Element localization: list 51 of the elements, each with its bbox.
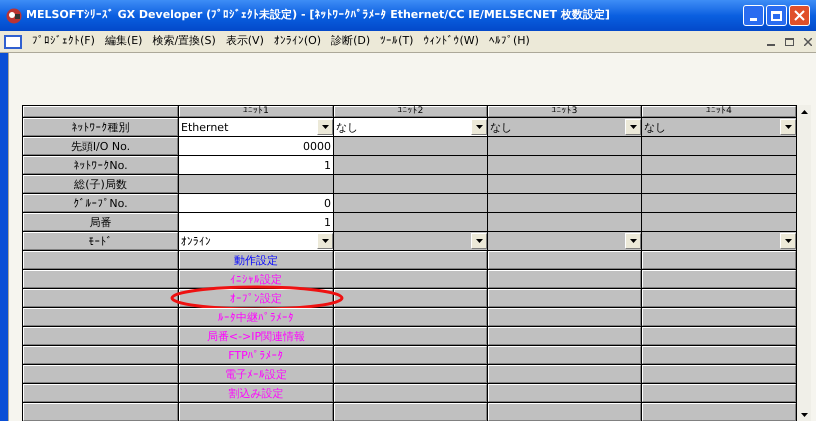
close-button[interactable] xyxy=(789,5,810,26)
dropdown-field[interactable] xyxy=(334,232,487,250)
caret-icon[interactable] xyxy=(625,233,641,249)
menu-item[interactable]: ｵﾝﾗｲﾝ(O) xyxy=(274,33,322,50)
input-field[interactable]: 0 xyxy=(179,194,333,212)
caret-icon[interactable] xyxy=(317,119,333,135)
caret-icon[interactable] xyxy=(780,119,796,135)
row-header: 局番 xyxy=(23,213,178,231)
app-icon xyxy=(6,8,22,24)
row-header: ﾓｰﾄﾞ xyxy=(23,232,178,250)
caret-icon[interactable] xyxy=(471,119,487,135)
caret-icon[interactable] xyxy=(471,233,487,249)
document-icon[interactable] xyxy=(4,34,22,48)
menu-item[interactable]: ｳｨﾝﾄﾞｳ(W) xyxy=(423,33,479,50)
dropdown-field[interactable]: ｵﾝﾗｲﾝ xyxy=(179,232,333,250)
dropdown-field[interactable]: なし xyxy=(488,118,641,136)
column-header: ﾕﾆｯﾄ1 xyxy=(179,106,333,117)
row-header: ﾈｯﾄﾜｰｸ種別 xyxy=(23,118,178,136)
dropdown-field[interactable]: なし xyxy=(334,118,487,136)
minimize-button[interactable] xyxy=(743,5,764,26)
menu-item[interactable]: ﾂｰﾙ(T) xyxy=(380,33,414,50)
column-header: ﾕﾆｯﾄ3 xyxy=(488,106,641,117)
caret-icon[interactable] xyxy=(317,233,333,249)
input-field[interactable]: 1 xyxy=(179,156,333,174)
menu-item[interactable]: 表示(V) xyxy=(226,33,264,50)
dropdown-field[interactable] xyxy=(642,232,796,250)
menu-item[interactable]: 編集(E) xyxy=(104,33,142,50)
window-title: MELSOFTｼﾘｰｽﾞ GX Developer (ﾌﾟﾛｼﾞｪｸﾄ未設定) - [ﾈｯﾄﾜｰｸﾊﾟﾗﾒｰﾀ Ethernet/CC IE/MELSECNET 枚数設定] xyxy=(26,7,611,24)
dropdown-field[interactable]: なし xyxy=(642,118,796,136)
caret-icon[interactable] xyxy=(625,119,641,135)
row-header: ｸﾞﾙｰﾌﾟNo. xyxy=(23,194,178,212)
row-header: 総(子)局数 xyxy=(23,175,178,193)
row-header: ﾈｯﾄﾜｰｸNo. xyxy=(23,156,178,174)
row-header: 先頭I/O No. xyxy=(23,137,178,155)
vertical-scrollbar[interactable] xyxy=(797,105,811,421)
maximize-button[interactable] xyxy=(766,5,787,26)
caret-icon[interactable] xyxy=(780,233,796,249)
column-header: ﾕﾆｯﾄ4 xyxy=(642,106,796,117)
dropdown-field[interactable] xyxy=(488,232,641,250)
menu-item[interactable]: ﾌﾟﾛｼﾞｪｸﾄ(F) xyxy=(32,33,95,50)
menu-item[interactable]: 検索/置換(S) xyxy=(152,33,216,50)
menu-item[interactable]: ﾍﾙﾌﾟ(H) xyxy=(488,33,530,50)
menu-item[interactable]: 診断(D) xyxy=(331,33,370,50)
minimize-icon[interactable] xyxy=(767,44,775,46)
input-field[interactable]: 0000 xyxy=(179,137,333,155)
input-field[interactable]: 1 xyxy=(179,213,333,231)
close-icon[interactable] xyxy=(804,38,812,46)
settings-button[interactable]: 動作設定 xyxy=(179,251,333,269)
dropdown-field[interactable]: Ethernet xyxy=(179,118,333,136)
restore-icon[interactable] xyxy=(785,38,794,46)
column-header: ﾕﾆｯﾄ2 xyxy=(334,106,487,117)
